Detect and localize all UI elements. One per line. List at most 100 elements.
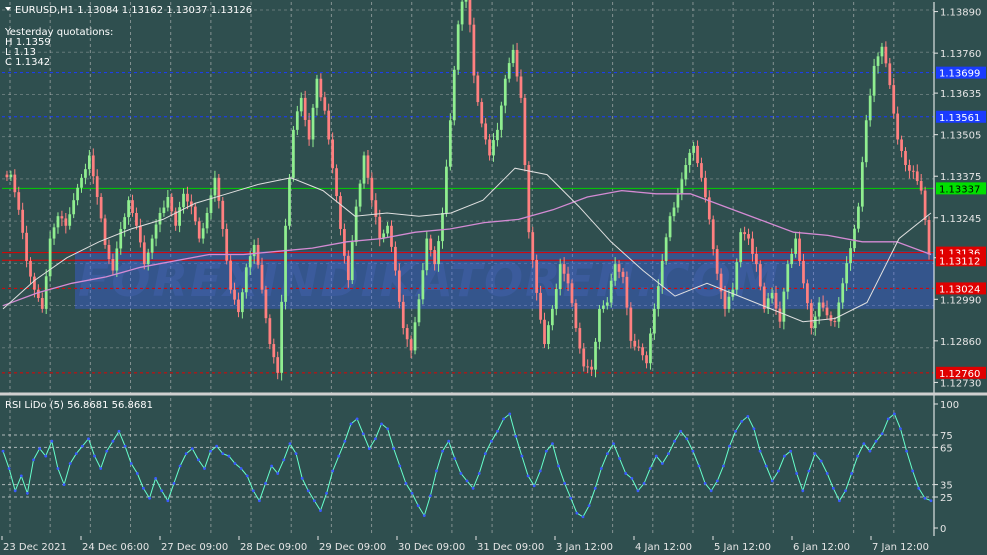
- rsi-point: [703, 481, 707, 485]
- rsi-point: [795, 472, 799, 475]
- rsi-point: [306, 489, 310, 493]
- candle-body: [735, 262, 739, 290]
- rsi-point: [477, 472, 481, 475]
- candle-body: [660, 260, 664, 287]
- price-tick-label: 1.12730: [940, 378, 981, 389]
- candle-body: [778, 308, 782, 322]
- rsi-point: [838, 499, 841, 503]
- candle-body: [268, 318, 272, 345]
- rsi-point: [343, 439, 347, 443]
- rsi-point: [300, 477, 304, 480]
- candle-body: [821, 302, 825, 308]
- candle-body: [370, 177, 374, 201]
- rsi-point: [166, 499, 170, 503]
- candle-body: [135, 212, 138, 226]
- candle-body: [554, 289, 558, 309]
- candle-body: [586, 366, 590, 368]
- candle-body: [378, 216, 382, 239]
- rsi-point: [728, 444, 731, 448]
- candle-body: [704, 177, 707, 198]
- level-label: 1.12760: [939, 369, 980, 380]
- rsi-point: [697, 464, 701, 468]
- trading-chart[interactable]: FOREXINDIKATOREN.COM 1.13890 1.13760 1.136…: [0, 0, 987, 555]
- candle-body: [56, 216, 60, 228]
- candle-body: [60, 216, 64, 219]
- candle-body: [115, 248, 119, 271]
- candle-body: [205, 212, 209, 229]
- rsi-point: [648, 467, 652, 470]
- candle-body: [923, 190, 927, 221]
- candle-body: [547, 325, 550, 345]
- candle-body: [366, 155, 370, 178]
- candle-body: [645, 355, 648, 364]
- rsi-point: [270, 464, 274, 468]
- candle-body: [884, 46, 888, 64]
- rsi-point: [850, 472, 854, 475]
- time-label: 30 Dec 09:00: [398, 542, 465, 553]
- candle-body: [480, 102, 484, 124]
- time-label: 23 Dec 2021: [3, 542, 67, 553]
- candle-body: [833, 321, 837, 323]
- rsi-point: [819, 459, 823, 463]
- rsi-point: [868, 449, 872, 453]
- rsi-point: [886, 417, 890, 421]
- candle-body: [252, 244, 256, 257]
- time-label: 7 Jan 12:00: [872, 542, 929, 553]
- candle-body: [64, 218, 68, 226]
- candle-body: [668, 216, 672, 238]
- rsi-point: [654, 454, 658, 458]
- candle-body: [91, 155, 95, 177]
- rsi-point: [892, 412, 896, 416]
- rsi-point: [325, 491, 328, 495]
- rsi-point: [62, 483, 66, 486]
- candle-body: [272, 344, 276, 358]
- candle-body: [221, 200, 225, 229]
- rsi-point: [288, 442, 292, 446]
- candle-body: [233, 289, 236, 300]
- rsi-point: [740, 419, 744, 423]
- rsi-point: [123, 444, 127, 448]
- level-label: 1.13699: [939, 69, 980, 80]
- candle-body: [315, 78, 319, 108]
- rsi-point: [526, 474, 530, 478]
- rsi-point: [514, 434, 518, 438]
- rsi-point: [367, 447, 371, 451]
- candle-body: [260, 264, 264, 290]
- candle-body: [641, 347, 644, 356]
- rsi-point: [709, 489, 713, 493]
- candle-body: [5, 174, 9, 178]
- rsi-point: [349, 422, 353, 426]
- candle-body: [21, 209, 25, 233]
- candle-body: [409, 339, 413, 351]
- candle-body: [448, 120, 452, 167]
- candle-body: [72, 200, 76, 215]
- rsi-point: [142, 486, 145, 490]
- level-label: 1.13024: [939, 284, 980, 295]
- candle-body: [201, 228, 205, 239]
- rsi-point: [679, 429, 683, 433]
- rsi-point: [99, 467, 103, 470]
- rsi-point: [508, 412, 512, 416]
- candle-body: [700, 163, 703, 178]
- rsi-point: [386, 427, 390, 431]
- rsi-point: [660, 462, 664, 465]
- symbol-info: EURUSD,H1 1.13084 1.13162 1.13037 1.1312…: [15, 5, 252, 16]
- rsi-point: [783, 454, 786, 458]
- candle-body: [739, 232, 743, 263]
- rsi-point: [929, 499, 933, 503]
- rsi-point: [923, 496, 927, 500]
- candle-body: [492, 140, 495, 156]
- candle-body: [503, 78, 507, 106]
- candle-body: [605, 302, 609, 306]
- candle-body: [845, 263, 849, 284]
- rsi-point: [764, 464, 768, 468]
- candle-body: [747, 234, 750, 239]
- candle-body: [241, 292, 244, 313]
- rsi-point: [856, 454, 860, 458]
- rsi-point: [203, 467, 206, 470]
- candle-body: [829, 315, 833, 322]
- time-label: 28 Dec 09:00: [240, 542, 307, 553]
- candle-body: [578, 328, 582, 349]
- candle-body: [515, 49, 519, 77]
- candle-body: [299, 97, 303, 112]
